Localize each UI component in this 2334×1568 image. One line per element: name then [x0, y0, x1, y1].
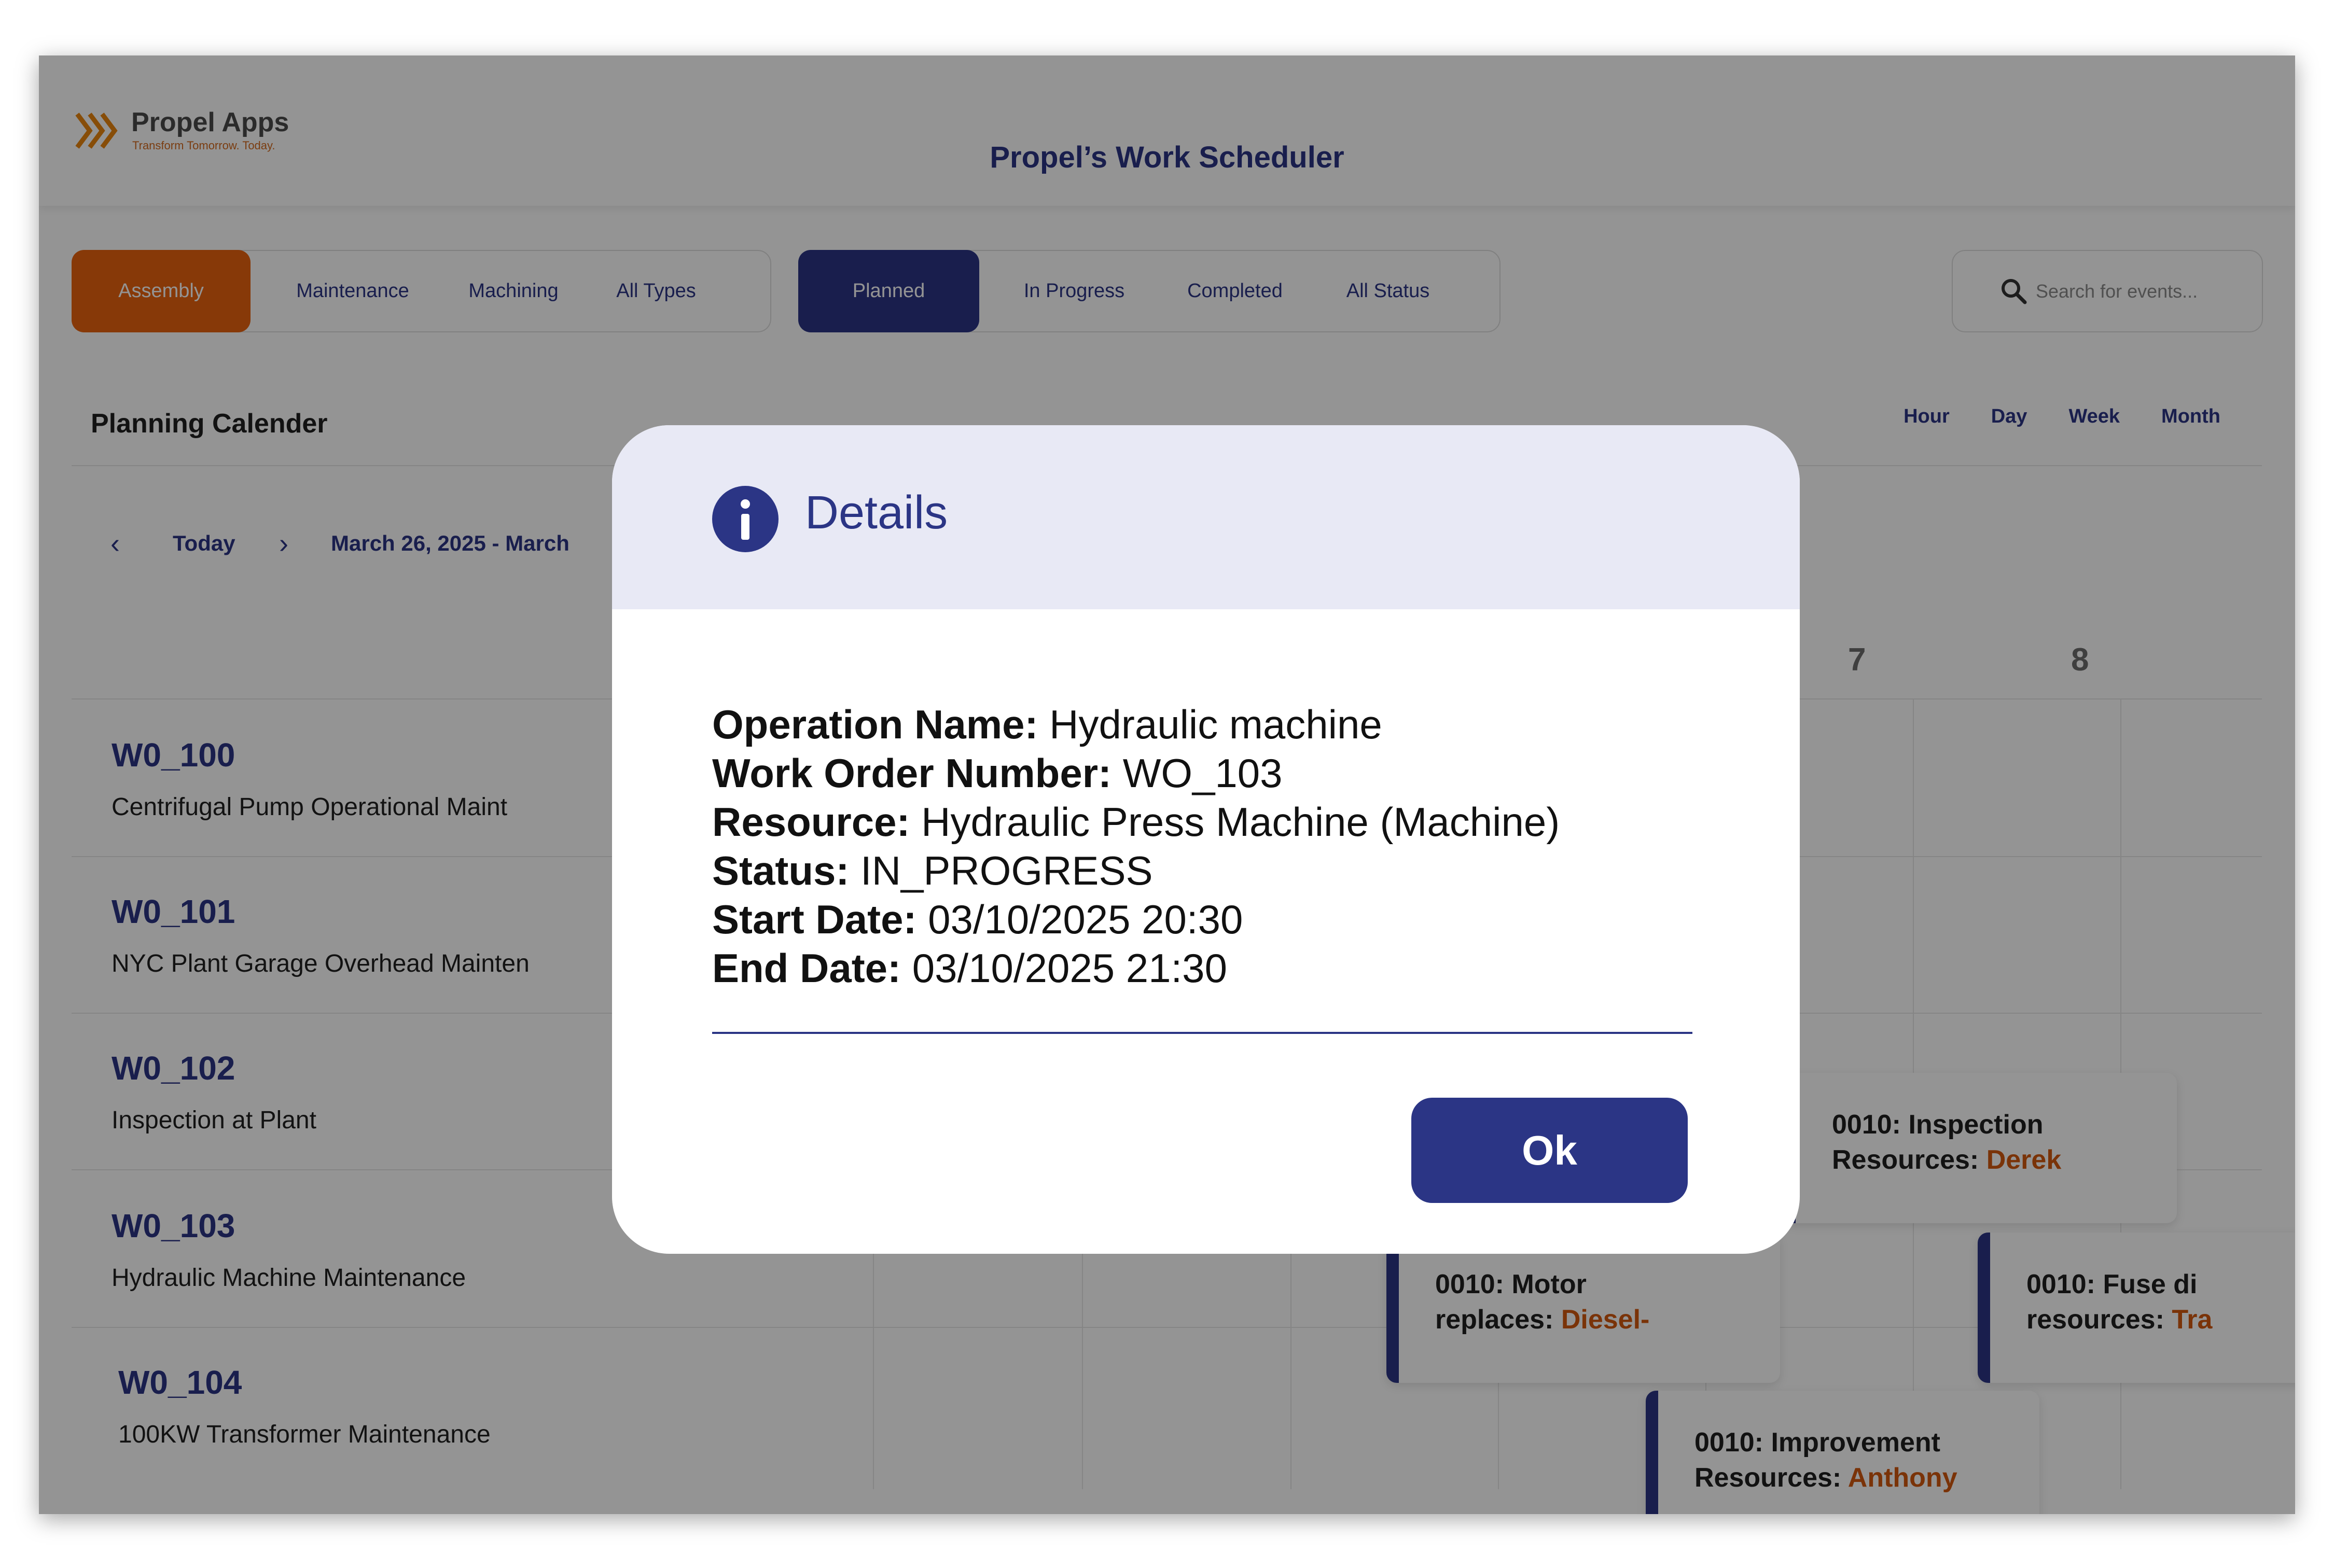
details-list: Operation Name: Hydraulic machine Work O… [712, 700, 1560, 992]
detail-work-order-number: Work Order Number: WO_103 [712, 750, 1283, 796]
ok-button[interactable]: Ok [1411, 1098, 1688, 1203]
detail-start-date: Start Date: 03/10/2025 20:30 [712, 897, 1243, 942]
divider [712, 1032, 1692, 1034]
detail-end-date: End Date: 03/10/2025 21:30 [712, 945, 1227, 991]
dialog-title: Details [805, 487, 948, 539]
info-icon [712, 486, 779, 552]
details-dialog: Details Operation Name: Hydraulic machin… [612, 425, 1800, 1254]
detail-operation-name: Operation Name: Hydraulic machine [712, 702, 1382, 747]
app-window: Propel Apps Transform Tomorrow. Today. P… [39, 55, 2295, 1514]
detail-status: Status: IN_PROGRESS [712, 848, 1153, 893]
detail-resource: Resource: Hydraulic Press Machine (Machi… [712, 799, 1560, 845]
dialog-header: Details [612, 425, 1800, 609]
